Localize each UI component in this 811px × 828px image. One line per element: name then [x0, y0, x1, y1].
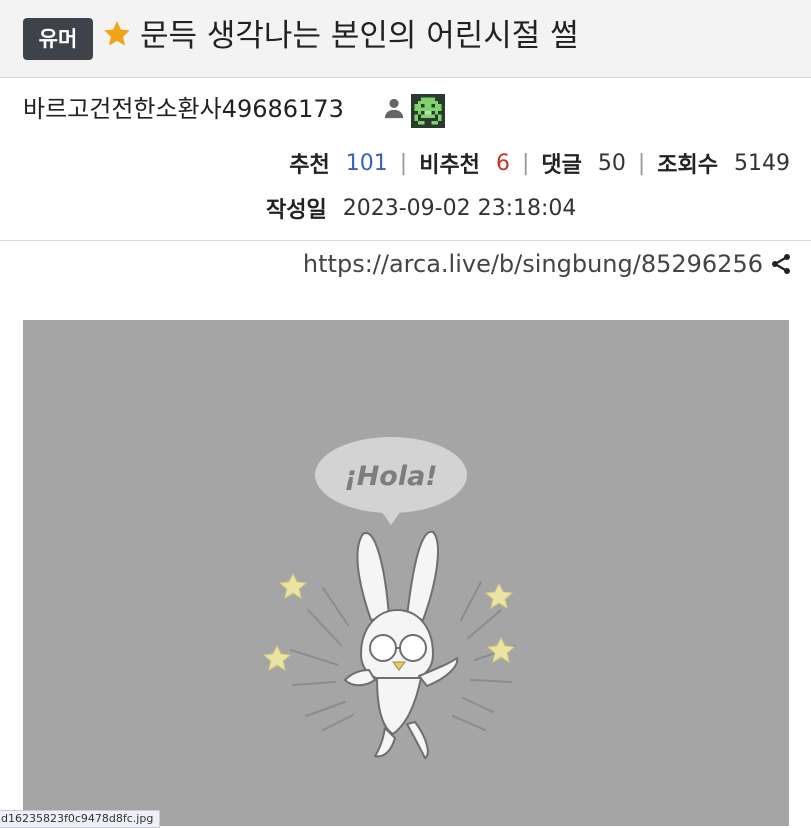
- header-divider: [0, 240, 811, 241]
- post-link-row: https://arca.live/b/singbung/85296256: [303, 246, 793, 282]
- downvote-count: 6: [495, 150, 510, 176]
- date-value: 2023-09-02 23:18:04: [342, 195, 577, 221]
- downvote-label: 비추천: [419, 153, 480, 178]
- comments-count: 50: [597, 150, 626, 176]
- pixel-avatar-icon: [411, 94, 445, 128]
- status-bar-filename: d16235823f0c9478d8fc.jpg: [0, 810, 161, 828]
- recommend-count: 101: [345, 150, 388, 176]
- stat-separator: |: [399, 150, 408, 176]
- user-icon: [384, 98, 404, 119]
- stat-separator: |: [637, 150, 646, 176]
- star-icon: [104, 21, 130, 46]
- comments-label: 댓글: [541, 153, 582, 178]
- speech-text: ¡Hola!: [344, 461, 437, 492]
- recommend-label: 추천: [289, 153, 330, 178]
- post-image[interactable]: ¡Hola!: [23, 320, 789, 826]
- share-icon[interactable]: [769, 252, 793, 276]
- post-stats: 추천 101 | 비추천 6 | 댓글 50 | 조회수 5149: [289, 145, 790, 181]
- date-label: 작성일: [266, 198, 327, 223]
- stat-separator: |: [521, 150, 530, 176]
- post-title-bar: 유머 문득 생각나는 본인의 어린시절 썰: [0, 0, 811, 78]
- post-url[interactable]: https://arca.live/b/singbung/85296256: [303, 250, 763, 278]
- post-date: 작성일 2023-09-02 23:18:04: [266, 190, 576, 226]
- author-name[interactable]: 바르고건전한소환사49686173: [23, 90, 344, 128]
- bunny-illustration: ¡Hola!: [23, 320, 789, 826]
- views-label: 조회수: [657, 153, 718, 178]
- post-title: 문득 생각나는 본인의 어린시절 썰: [140, 18, 579, 54]
- views-count: 5149: [734, 150, 790, 176]
- category-badge[interactable]: 유머: [23, 18, 93, 60]
